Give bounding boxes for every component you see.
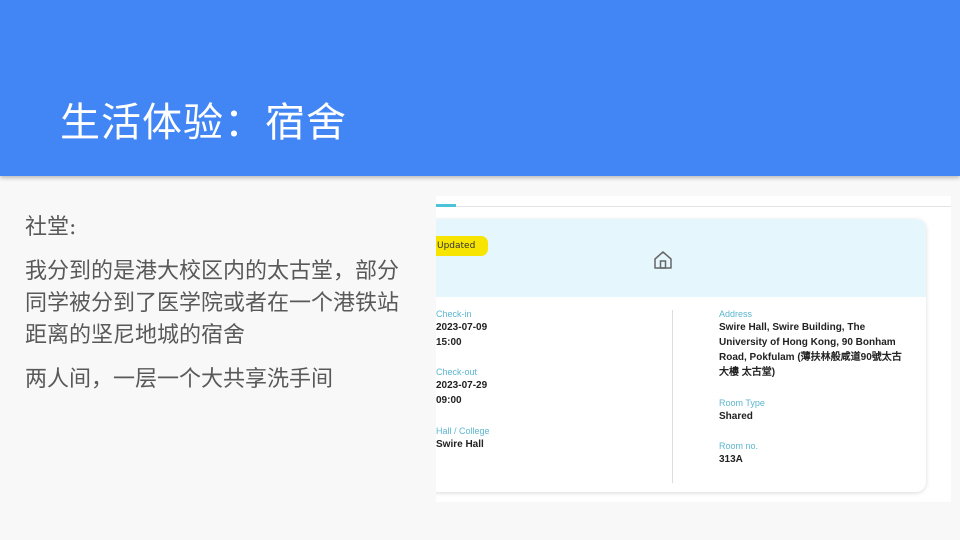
address-field: Address Swire Hall, Swire Building, The … [719, 308, 911, 380]
room-number-label: Room no. [719, 441, 759, 451]
status-badge: Updated [436, 236, 488, 256]
room-number-field: Room no. 313A [719, 440, 758, 467]
room-type-field: Room Type Shared [719, 397, 765, 424]
checkout-date: 2023-07-29 [436, 380, 488, 391]
slide-title: 生活体验：宿舍 [60, 100, 347, 146]
active-tab-indicator[interactable] [436, 204, 456, 207]
checkin-field: Check-in 2023-07-09 15:00 [436, 308, 487, 350]
room-type-value: Shared [719, 411, 753, 422]
checkout-label: Check-out [436, 367, 478, 377]
hall-field: Hall / College Swire Hall [436, 425, 490, 452]
hall-label: Hall / College [436, 426, 490, 436]
hall-value: Swire Hall [436, 439, 484, 450]
column-divider [672, 310, 673, 483]
checkout-time: 09:00 [436, 395, 462, 406]
booking-card[interactable]: Updated Check-in 2023-07-09 15:00 Check-… [436, 219, 926, 492]
body-paragraph-room: 两人间，一层一个大共享洗手间 [25, 367, 334, 392]
checkout-field: Check-out 2023-07-29 09:00 [436, 366, 487, 408]
address-label: Address [719, 309, 753, 319]
tab-bar-divider [436, 206, 951, 207]
booking-screenshot: Updated Check-in 2023-07-09 15:00 Check-… [436, 196, 951, 502]
address-value: Swire Hall, Swire Building, The Universi… [719, 322, 902, 378]
slide-header: 生活体验：宿舍 [0, 0, 960, 176]
checkin-label: Check-in [436, 309, 472, 319]
home-icon [654, 251, 672, 269]
room-type-label: Room Type [719, 398, 765, 408]
body-paragraph-heading: 社堂: [25, 215, 77, 240]
body-paragraph-allocation: 我分到的是港大校区内的太古堂，部分同学被分到了医学院或者在一个港铁站距离的坚尼地… [25, 259, 400, 348]
card-banner: Updated [436, 219, 926, 297]
checkin-date: 2023-07-09 [436, 322, 488, 333]
slide-body: 社堂: 我分到的是港大校区内的太古堂，部分同学被分到了医学院或者在一个港铁站距离… [25, 212, 410, 408]
room-number-value: 313A [719, 454, 743, 465]
checkin-time: 15:00 [436, 337, 462, 348]
